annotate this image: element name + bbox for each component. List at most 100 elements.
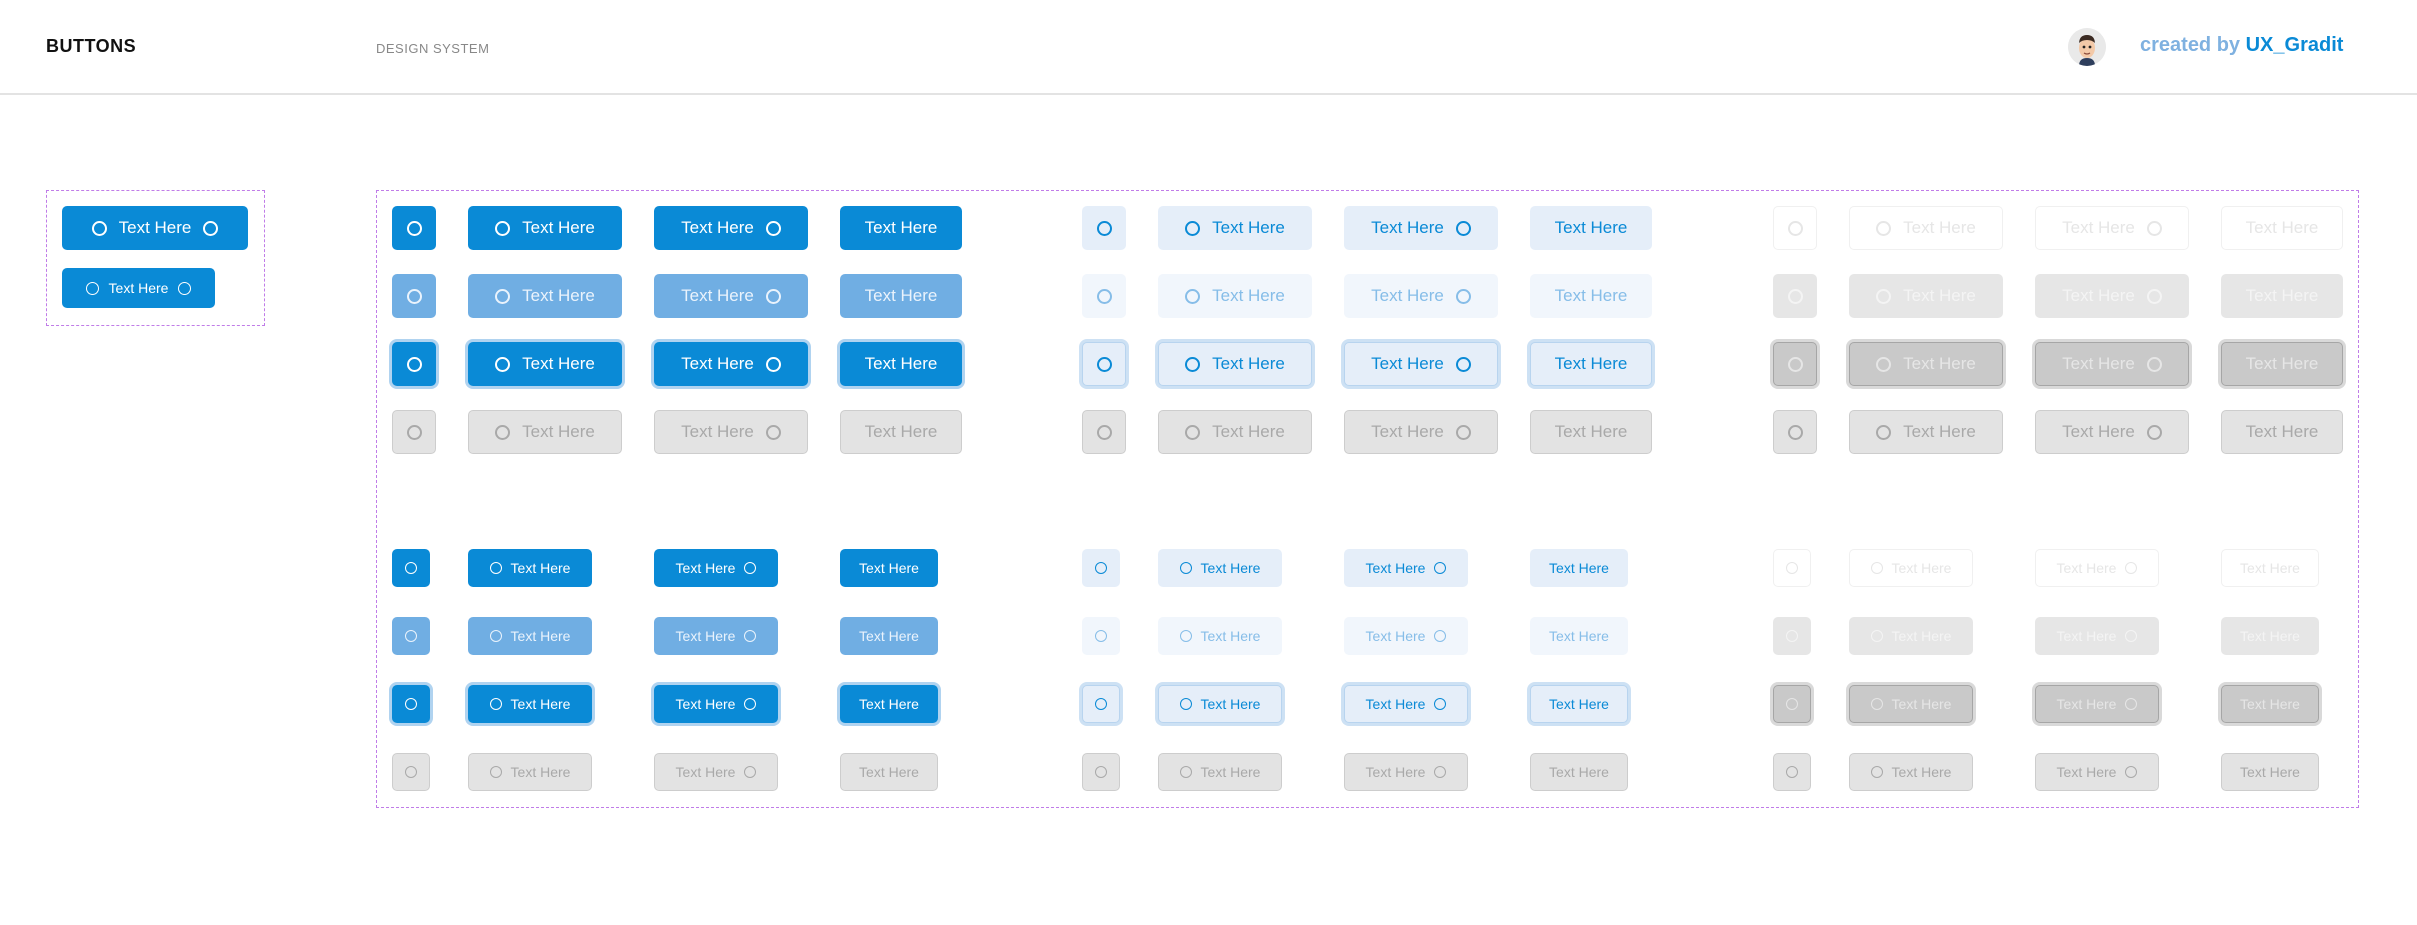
circle-icon — [2125, 766, 2138, 778]
circle-icon — [1096, 356, 1112, 372]
primary-icon-left-hover-button[interactable]: Text Here — [468, 617, 592, 655]
button-label: Text Here — [1212, 354, 1285, 373]
secondary-icon-only-hover-button[interactable] — [1082, 274, 1126, 318]
primary-icon-only-focused-button[interactable] — [392, 342, 436, 386]
tertiary-icon-right-default-button[interactable]: Text Here — [2035, 549, 2159, 587]
tertiary-icon-right-hover-button[interactable]: Text Here — [2035, 274, 2189, 318]
tertiary-text-only-hover-button[interactable]: Text Here — [2221, 617, 2319, 655]
primary-icon-right-hover-button[interactable]: Text Here — [654, 617, 778, 655]
circle-icon — [1455, 424, 1471, 440]
page-header: BUTTONS DESIGN SYSTEM created by UX_Grad… — [0, 0, 2417, 95]
secondary-icon-left-focused-button[interactable]: Text Here — [1158, 342, 1312, 386]
secondary-icon-only-focused-button[interactable] — [1082, 685, 1120, 723]
primary-text-only-default-button[interactable]: Text Here — [840, 549, 938, 587]
tertiary-icon-only-focused-button[interactable] — [1773, 342, 1817, 386]
primary-text-only-default-button[interactable]: Text Here — [840, 206, 962, 250]
example-large-button[interactable]: Text Here — [62, 206, 248, 250]
secondary-icon-right-hover-button[interactable]: Text Here — [1344, 274, 1498, 318]
primary-icon-left-default-button[interactable]: Text Here — [468, 549, 592, 587]
tertiary-icon-only-default-button[interactable] — [1773, 206, 1817, 250]
circle-icon — [1787, 424, 1803, 440]
primary-icon-only-focused-button[interactable] — [392, 685, 430, 723]
example-medium-button[interactable]: Text Here — [62, 268, 215, 308]
tertiary-icon-only-default-button[interactable] — [1773, 549, 1811, 587]
secondary-icon-left-hover-button[interactable]: Text Here — [1158, 617, 1282, 655]
primary-icon-right-focused-button[interactable]: Text Here — [654, 342, 808, 386]
button-label: Text Here — [675, 764, 736, 780]
primary-icon-only-default-button[interactable] — [392, 206, 436, 250]
tertiary-text-only-default-button[interactable]: Text Here — [2221, 206, 2343, 250]
button-label: Text Here — [1891, 560, 1952, 576]
secondary-icon-only-default-button[interactable] — [1082, 549, 1120, 587]
primary-icon-right-default-button[interactable]: Text Here — [654, 549, 778, 587]
circle-icon — [1876, 424, 1892, 440]
secondary-icon-left-default-button[interactable]: Text Here — [1158, 549, 1282, 587]
tertiary-icon-right-hover-button[interactable]: Text Here — [2035, 617, 2159, 655]
tertiary-icon-only-hover-button[interactable] — [1773, 617, 1811, 655]
secondary-icon-left-hover-button[interactable]: Text Here — [1158, 274, 1312, 318]
primary-icon-right-hover-button[interactable]: Text Here — [654, 274, 808, 318]
secondary-text-only-hover-button[interactable]: Text Here — [1530, 617, 1628, 655]
tertiary-icon-only-hover-button[interactable] — [1773, 274, 1817, 318]
button-label: Text Here — [1891, 628, 1952, 644]
tertiary-text-only-focused-button[interactable]: Text Here — [2221, 685, 2319, 723]
secondary-icon-only-default-button[interactable] — [1082, 206, 1126, 250]
secondary-icon-right-default-button[interactable]: Text Here — [1344, 206, 1498, 250]
primary-icon-left-focused-button[interactable]: Text Here — [468, 685, 592, 723]
primary-text-only-focused-button[interactable]: Text Here — [840, 685, 938, 723]
circle-icon — [2146, 220, 2162, 236]
secondary-icon-only-hover-button[interactable] — [1082, 617, 1120, 655]
primary-icon-left-hover-button[interactable]: Text Here — [468, 274, 622, 318]
button-label: Text Here — [2056, 560, 2117, 576]
button-label: Text Here — [510, 696, 571, 712]
secondary-text-only-default-button[interactable]: Text Here — [1530, 206, 1652, 250]
secondary-text-only-hover-button[interactable]: Text Here — [1530, 274, 1652, 318]
primary-icon-only-default-button[interactable] — [392, 549, 430, 587]
secondary-text-only-default-button[interactable]: Text Here — [1530, 549, 1628, 587]
secondary-icon-only-focused-button[interactable] — [1082, 342, 1126, 386]
secondary-text-only-focused-button[interactable]: Text Here — [1530, 685, 1628, 723]
secondary-icon-left-focused-button[interactable]: Text Here — [1158, 685, 1282, 723]
primary-text-only-focused-button[interactable]: Text Here — [840, 342, 962, 386]
button-label: Text Here — [2245, 218, 2319, 237]
secondary-icon-right-default-button[interactable]: Text Here — [1344, 549, 1468, 587]
tertiary-icon-only-focused-button[interactable] — [1773, 685, 1811, 723]
tertiary-text-only-default-button[interactable]: Text Here — [2221, 549, 2319, 587]
tertiary-text-only-hover-button[interactable]: Text Here — [2221, 274, 2343, 318]
tertiary-icon-right-default-button[interactable]: Text Here — [2035, 206, 2189, 250]
secondary-icon-left-default-button[interactable]: Text Here — [1158, 206, 1312, 250]
primary-icon-only-hover-button[interactable] — [392, 274, 436, 318]
primary-icon-right-default-button[interactable]: Text Here — [654, 206, 808, 250]
tertiary-icon-left-focused-button[interactable]: Text Here — [1849, 342, 2003, 386]
primary-icon-right-focused-button[interactable]: Text Here — [654, 685, 778, 723]
tertiary-icon-left-focused-button[interactable]: Text Here — [1849, 685, 1973, 723]
secondary-icon-right-hover-button[interactable]: Text Here — [1344, 617, 1468, 655]
secondary-icon-right-disabled-button: Text Here — [1344, 753, 1468, 791]
primary-icon-only-hover-button[interactable] — [392, 617, 430, 655]
tertiary-icon-left-hover-button[interactable]: Text Here — [1849, 617, 1973, 655]
secondary-icon-right-focused-button[interactable]: Text Here — [1344, 342, 1498, 386]
circle-icon — [495, 220, 511, 236]
secondary-icon-right-focused-button[interactable]: Text Here — [1344, 685, 1468, 723]
circle-icon — [1455, 220, 1471, 236]
primary-icon-left-default-button[interactable]: Text Here — [468, 206, 622, 250]
circle-icon — [1095, 630, 1107, 642]
button-label: Text Here — [1549, 764, 1609, 780]
primary-icon-only-disabled-button — [392, 410, 436, 454]
circle-icon — [85, 281, 99, 295]
tertiary-icon-left-default-button[interactable]: Text Here — [1849, 206, 2003, 250]
primary-text-only-hover-button[interactable]: Text Here — [840, 274, 962, 318]
secondary-icon-right-disabled-button: Text Here — [1344, 410, 1498, 454]
circle-icon — [406, 424, 422, 440]
circle-icon — [1179, 630, 1192, 642]
secondary-text-only-focused-button[interactable]: Text Here — [1530, 342, 1652, 386]
button-label: Text Here — [1554, 422, 1628, 441]
primary-text-only-hover-button[interactable]: Text Here — [840, 617, 938, 655]
tertiary-icon-left-default-button[interactable]: Text Here — [1849, 549, 1973, 587]
button-label: Text Here — [859, 628, 919, 644]
primary-icon-left-focused-button[interactable]: Text Here — [468, 342, 622, 386]
tertiary-icon-left-hover-button[interactable]: Text Here — [1849, 274, 2003, 318]
tertiary-text-only-focused-button[interactable]: Text Here — [2221, 342, 2343, 386]
tertiary-icon-right-focused-button[interactable]: Text Here — [2035, 685, 2159, 723]
tertiary-icon-right-focused-button[interactable]: Text Here — [2035, 342, 2189, 386]
